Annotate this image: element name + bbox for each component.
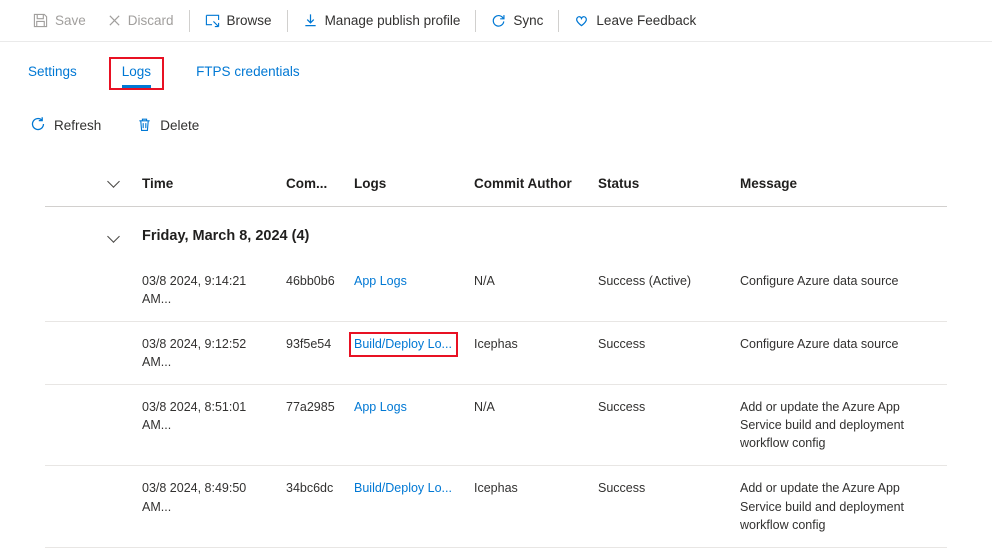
tab-ftps-credentials[interactable]: FTPS credentials	[196, 57, 300, 88]
logs-link[interactable]: Build/Deploy Lo...	[354, 481, 452, 495]
row-expand-cell	[45, 322, 142, 348]
leave-feedback-button[interactable]: Leave Feedback	[563, 13, 707, 28]
message-cell: Configure Azure data source	[740, 322, 947, 366]
tab-logs-label: Logs	[122, 64, 151, 88]
refresh-button[interactable]: Refresh	[30, 116, 101, 135]
deployment-center-page: Save Discard Browse	[0, 0, 992, 548]
tab-settings[interactable]: Settings	[28, 57, 77, 88]
status-cell: Success (Active)	[598, 259, 740, 303]
toolbar-divider	[475, 10, 476, 32]
logs-link[interactable]: App Logs	[354, 400, 407, 414]
row-expand-cell	[45, 259, 142, 285]
logs-table: Time Com... Logs Commit Author Status Me…	[45, 165, 947, 548]
message-cell: Add or update the Azure App Service buil…	[740, 466, 947, 546]
commit-cell: 46bb0b6	[286, 259, 354, 303]
delete-button[interactable]: Delete	[137, 117, 199, 135]
manage-publish-profile-button[interactable]: Manage publish profile	[292, 13, 472, 28]
save-icon	[33, 13, 48, 28]
toolbar-divider	[189, 10, 190, 32]
commit-author-cell: Icephas	[474, 322, 598, 366]
commit-cell: 77a2985	[286, 385, 354, 429]
table-row[interactable]: 03/8 2024, 9:14:21 AM... 46bb0b6 App Log…	[45, 259, 947, 322]
message-cell: Add or update the Azure App Service buil…	[740, 385, 947, 465]
table-row[interactable]: 03/8 2024, 9:12:52 AM... 93f5e54 Build/D…	[45, 322, 947, 385]
status-cell: Success	[598, 466, 740, 510]
commit-author-cell: Icephas	[474, 466, 598, 510]
annotation-box: Build/Deploy Lo...	[349, 332, 458, 357]
delete-icon	[137, 117, 152, 135]
commit-cell: 34bc6dc	[286, 466, 354, 510]
column-header-logs[interactable]: Logs	[354, 165, 474, 206]
discard-button[interactable]: Discard	[97, 13, 185, 28]
table-header-row: Time Com... Logs Commit Author Status Me…	[45, 165, 947, 207]
toolbar-divider	[287, 10, 288, 32]
sync-label: Sync	[513, 13, 543, 28]
leave-feedback-label: Leave Feedback	[596, 13, 696, 28]
refresh-label: Refresh	[54, 118, 101, 133]
heart-icon	[574, 13, 589, 28]
save-label: Save	[55, 13, 86, 28]
column-header-message[interactable]: Message	[740, 165, 947, 206]
browse-icon	[205, 13, 220, 28]
tab-settings-label: Settings	[28, 64, 77, 88]
group-title: Friday, March 8, 2024 (4)	[142, 207, 947, 259]
toolbar-divider	[558, 10, 559, 32]
status-cell: Success	[598, 385, 740, 429]
tab-bar: Settings Logs FTPS credentials	[0, 42, 992, 90]
chevron-down-icon[interactable]	[107, 175, 120, 188]
logs-link[interactable]: App Logs	[354, 274, 407, 288]
refresh-icon	[30, 116, 46, 135]
discard-label: Discard	[128, 13, 174, 28]
command-bar: Save Discard Browse	[0, 0, 992, 42]
group-expand-cell	[45, 207, 142, 253]
expand-all-cell	[45, 165, 142, 198]
download-icon	[303, 13, 318, 28]
commit-cell: 93f5e54	[286, 322, 354, 366]
discard-icon	[108, 14, 121, 27]
time-cell: 03/8 2024, 9:14:21 AM...	[142, 259, 286, 321]
table-row[interactable]: 03/8 2024, 8:49:50 AM... 34bc6dc Build/D…	[45, 466, 947, 547]
tab-ftps-credentials-label: FTPS credentials	[196, 64, 300, 88]
column-header-time[interactable]: Time	[142, 165, 286, 206]
browse-label: Browse	[227, 13, 272, 28]
chevron-down-icon[interactable]	[107, 230, 120, 243]
commit-author-cell: N/A	[474, 385, 598, 429]
logs-link[interactable]: Build/Deploy Lo...	[354, 337, 452, 351]
time-cell: 03/8 2024, 8:51:01 AM...	[142, 385, 286, 447]
message-cell: Configure Azure data source	[740, 259, 947, 303]
tab-logs[interactable]: Logs	[109, 57, 164, 90]
column-header-commit[interactable]: Com...	[286, 165, 354, 206]
sync-button[interactable]: Sync	[480, 13, 554, 28]
column-header-status[interactable]: Status	[598, 165, 740, 206]
row-expand-cell	[45, 466, 142, 492]
time-cell: 03/8 2024, 9:12:52 AM...	[142, 322, 286, 384]
group-row[interactable]: Friday, March 8, 2024 (4)	[45, 207, 947, 259]
save-button[interactable]: Save	[22, 13, 97, 28]
delete-label: Delete	[160, 118, 199, 133]
time-cell: 03/8 2024, 8:49:50 AM...	[142, 466, 286, 528]
table-row[interactable]: 03/8 2024, 8:51:01 AM... 77a2985 App Log…	[45, 385, 947, 466]
column-header-commit-author[interactable]: Commit Author	[474, 165, 598, 206]
status-cell: Success	[598, 322, 740, 366]
commit-author-cell: N/A	[474, 259, 598, 303]
log-command-row: Refresh Delete	[0, 116, 992, 135]
browse-button[interactable]: Browse	[194, 13, 283, 28]
row-expand-cell	[45, 385, 142, 411]
manage-publish-profile-label: Manage publish profile	[325, 13, 461, 28]
sync-icon	[491, 13, 506, 28]
